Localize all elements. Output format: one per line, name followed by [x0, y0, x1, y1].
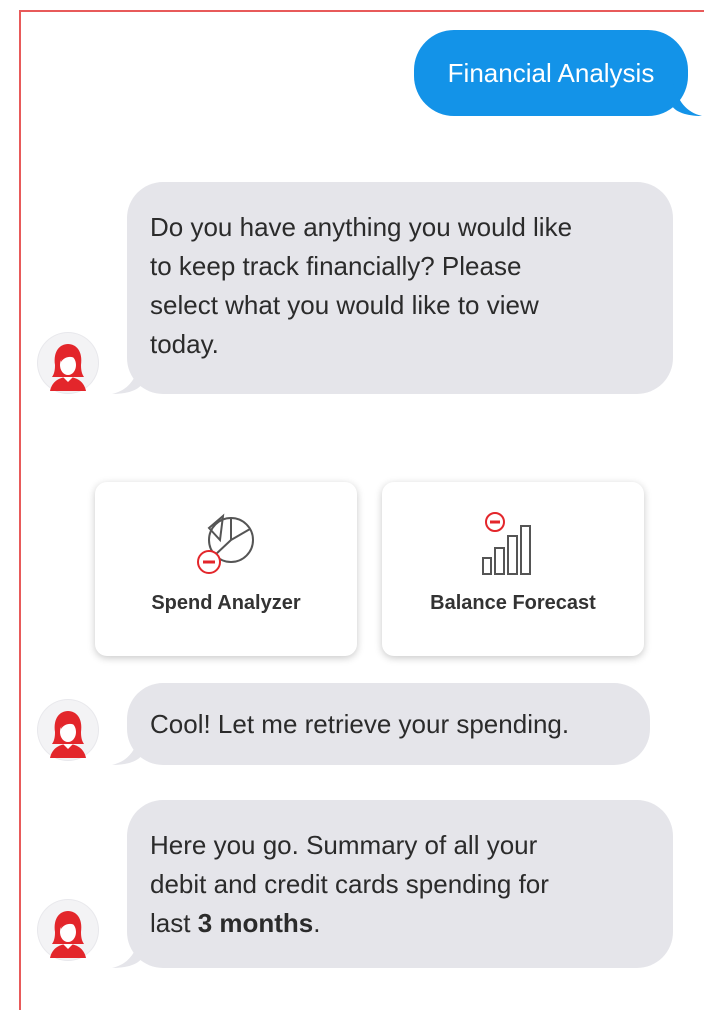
bot-reply-bubble: Cool! Let me retrieve your spending.	[127, 683, 650, 765]
assistant-avatar-icon	[50, 911, 86, 958]
bot-summary-line: Here you go. Summary of all your	[150, 830, 538, 860]
bar-chart-icon	[482, 512, 531, 575]
bot-summary-bubble: Here you go. Summary of all your debit a…	[127, 800, 673, 968]
user-message-text: Financial Analysis	[447, 57, 655, 88]
assistant-avatar	[38, 333, 98, 393]
pie-chart-icon	[197, 513, 254, 574]
bot-reply-text: Cool! Let me retrieve your spending.	[150, 709, 570, 739]
bot-prompt-bubble: Do you have anything you would like to k…	[127, 182, 673, 394]
bot-summary-line: debit and credit cards spending for	[150, 869, 549, 899]
bot-summary-period: 3 months	[197, 908, 314, 938]
assistant-avatar	[38, 900, 98, 960]
spend-analyzer-button[interactable]: Spend Analyzer	[95, 482, 357, 656]
bot-prompt-line: select what you would like to view	[150, 290, 539, 320]
bot-bubble-tail	[112, 932, 142, 968]
balance-forecast-button[interactable]: Balance Forecast	[382, 482, 644, 656]
spend-analyzer-label: Spend Analyzer	[151, 592, 301, 614]
bot-summary-prefix: last	[150, 908, 198, 938]
balance-forecast-label: Balance Forecast	[430, 592, 596, 614]
bot-prompt-line: today.	[150, 329, 219, 359]
bot-bubble-tail	[112, 729, 142, 765]
bot-bubble-tail	[112, 358, 142, 394]
bot-summary-line: last 3 months.	[150, 904, 673, 943]
user-message-bubble: Financial Analysis	[414, 30, 688, 116]
bot-prompt-line: Do you have anything you would like	[150, 212, 573, 242]
assistant-avatar-icon	[50, 711, 86, 758]
assistant-avatar-icon	[50, 344, 86, 391]
assistant-avatar	[38, 700, 98, 760]
user-bubble-tail	[672, 80, 702, 116]
bot-prompt-line: to keep track financially? Please	[150, 251, 522, 281]
bot-summary-suffix: .	[313, 908, 321, 938]
